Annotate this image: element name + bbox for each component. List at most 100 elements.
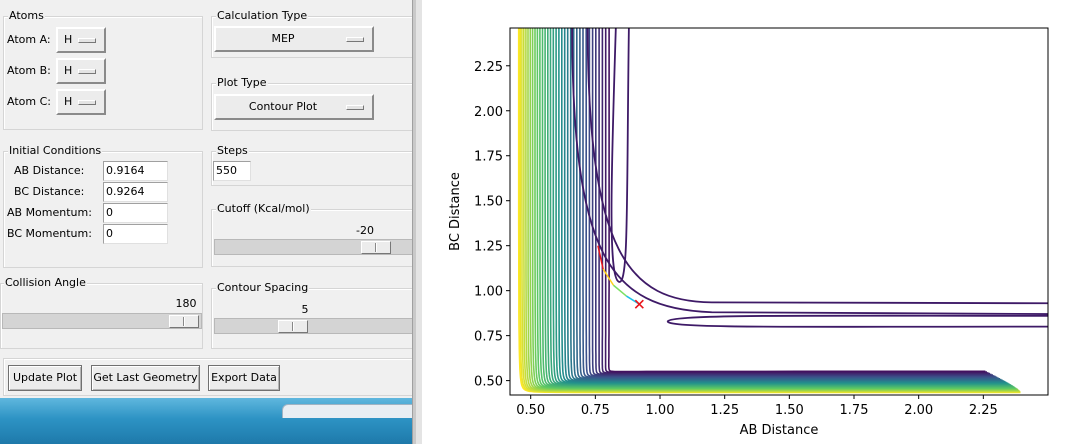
contour-line bbox=[588, 28, 995, 377]
contour-line bbox=[566, 28, 1004, 382]
x-tick-label: 1.75 bbox=[840, 403, 869, 418]
atom-c-label: Atom C: bbox=[7, 95, 51, 108]
y-tick-label: 2.25 bbox=[474, 60, 503, 75]
contour-line bbox=[517, 28, 1021, 394]
bc-distance-label: BC Distance: bbox=[14, 185, 85, 198]
control-panel: Atoms Atom A: H Atom B: H Atom C: H Calc… bbox=[0, 0, 416, 444]
ab-distance-input[interactable]: 0.9164 bbox=[103, 161, 168, 181]
trajectory-segment bbox=[602, 268, 615, 286]
contour-line bbox=[585, 28, 996, 378]
atom-c-menu[interactable]: H bbox=[56, 89, 106, 115]
cutoff-slider[interactable] bbox=[214, 239, 414, 255]
contour-line bbox=[666, 314, 1048, 328]
plot-type-value: Contour Plot bbox=[248, 100, 318, 113]
contour-spacing-slider[interactable] bbox=[214, 318, 414, 334]
menu-indicator-icon bbox=[78, 100, 96, 105]
contour-line bbox=[591, 28, 993, 376]
steps-title: Steps bbox=[216, 144, 249, 158]
x-axis-label: AB Distance bbox=[740, 423, 819, 438]
contour-line bbox=[576, 28, 1000, 380]
cutoff-title: Cutoff (Kcal/mol) bbox=[216, 202, 311, 216]
contour-line bbox=[529, 28, 1018, 391]
y-tick-label: 0.75 bbox=[474, 330, 503, 345]
cutoff-value: -20 bbox=[356, 224, 374, 237]
contour-line bbox=[582, 28, 998, 379]
export-data-button[interactable]: Export Data bbox=[208, 365, 280, 391]
contour-spacing-value: 5 bbox=[301, 303, 309, 316]
y-tick-label: 1.00 bbox=[474, 285, 503, 300]
x-tick-label: 2.00 bbox=[904, 403, 933, 418]
x-tick-label: 2.25 bbox=[969, 403, 998, 418]
calc-type-value: MEP bbox=[271, 32, 295, 45]
plot-type-title: Plot Type bbox=[216, 76, 268, 90]
contour-spacing-title: Contour Spacing bbox=[216, 281, 310, 295]
background-window bbox=[282, 404, 416, 418]
x-tick-label: 1.00 bbox=[646, 403, 675, 418]
menu-indicator-icon bbox=[78, 69, 96, 74]
bc-momentum-label: BC Momentum: bbox=[7, 227, 92, 240]
contour-line bbox=[541, 28, 1014, 388]
x-tick-label: 1.25 bbox=[710, 403, 739, 418]
get-last-geometry-button[interactable]: Get Last Geometry bbox=[91, 365, 200, 391]
contour-line bbox=[572, 28, 1002, 381]
y-tick-label: 1.25 bbox=[474, 240, 503, 255]
menu-indicator-icon bbox=[346, 105, 364, 110]
y-tick-label: 1.50 bbox=[474, 195, 503, 210]
menu-indicator-icon bbox=[346, 37, 364, 42]
collision-angle-value: 180 bbox=[175, 297, 197, 310]
atom-b-menu[interactable]: H bbox=[56, 58, 106, 84]
contour-line bbox=[521, 28, 1021, 393]
contour-chart: 0.50 0.75 1.00 1.25 1.50 1.75 2.00 2.25 0.50 0.7… bbox=[448, 27, 1049, 438]
ab-momentum-input[interactable]: 0 bbox=[103, 203, 168, 223]
cutoff-group: Cutoff (Kcal/mol) bbox=[211, 202, 416, 267]
contour-line bbox=[608, 28, 986, 373]
contour-line bbox=[579, 28, 999, 379]
contour-lines bbox=[517, 28, 1048, 394]
ab-distance-label: AB Distance: bbox=[14, 164, 85, 177]
atom-b-value: H bbox=[64, 64, 73, 77]
y-tick-label: 1.75 bbox=[474, 150, 503, 165]
calc-type-title: Calculation Type bbox=[216, 9, 309, 23]
y-tick-label: 2.00 bbox=[474, 105, 503, 120]
atom-c-value: H bbox=[64, 95, 73, 108]
calc-type-menu[interactable]: MEP bbox=[214, 26, 374, 52]
bc-distance-input[interactable]: 0.9264 bbox=[103, 182, 168, 202]
cutoff-slider-thumb[interactable] bbox=[361, 241, 391, 254]
contour-line bbox=[549, 28, 1011, 386]
steps-input[interactable]: 550 bbox=[213, 161, 251, 181]
contour-line bbox=[586, 28, 1048, 305]
x-tick-label: 0.75 bbox=[581, 403, 610, 418]
contour-line bbox=[601, 28, 989, 374]
atoms-group-title: Atoms bbox=[8, 9, 45, 23]
update-plot-button[interactable]: Update Plot bbox=[8, 365, 82, 391]
plot-type-menu[interactable]: Contour Plot bbox=[214, 94, 374, 120]
x-tick-label: 0.50 bbox=[516, 403, 545, 418]
contour-line bbox=[523, 28, 1020, 392]
contour-line bbox=[569, 28, 1003, 381]
y-tick-label: 0.50 bbox=[474, 375, 503, 390]
atom-a-label: Atom A: bbox=[7, 33, 51, 46]
bc-momentum-input[interactable]: 0 bbox=[103, 224, 168, 244]
atom-b-label: Atom B: bbox=[7, 64, 51, 77]
contour-line bbox=[555, 28, 1009, 385]
initial-conditions-title: Initial Conditions bbox=[8, 144, 103, 158]
atom-a-menu[interactable]: H bbox=[56, 27, 106, 53]
contour-line bbox=[534, 28, 1017, 390]
atom-a-value: H bbox=[64, 33, 73, 46]
x-tick-label: 1.50 bbox=[775, 403, 804, 418]
menu-indicator-icon bbox=[78, 38, 96, 43]
contour-line bbox=[571, 28, 1048, 315]
ab-momentum-label: AB Momentum: bbox=[7, 206, 92, 219]
collision-angle-slider-thumb[interactable] bbox=[169, 315, 199, 328]
collision-angle-title: Collision Angle bbox=[4, 276, 87, 290]
contour-line bbox=[604, 28, 987, 374]
y-axis-label: BC Distance bbox=[448, 172, 463, 251]
contour-line bbox=[598, 28, 990, 375]
contour-line bbox=[610, 28, 630, 283]
collision-angle-slider[interactable] bbox=[2, 313, 202, 329]
contour-line bbox=[547, 28, 1012, 387]
y-axis-ticks: 0.50 0.75 1.00 1.25 1.50 1.75 2.00 2.25 bbox=[474, 60, 510, 390]
contour-line bbox=[552, 28, 1010, 385]
contour-line bbox=[595, 28, 992, 376]
contour-spacing-slider-thumb[interactable] bbox=[278, 320, 308, 333]
